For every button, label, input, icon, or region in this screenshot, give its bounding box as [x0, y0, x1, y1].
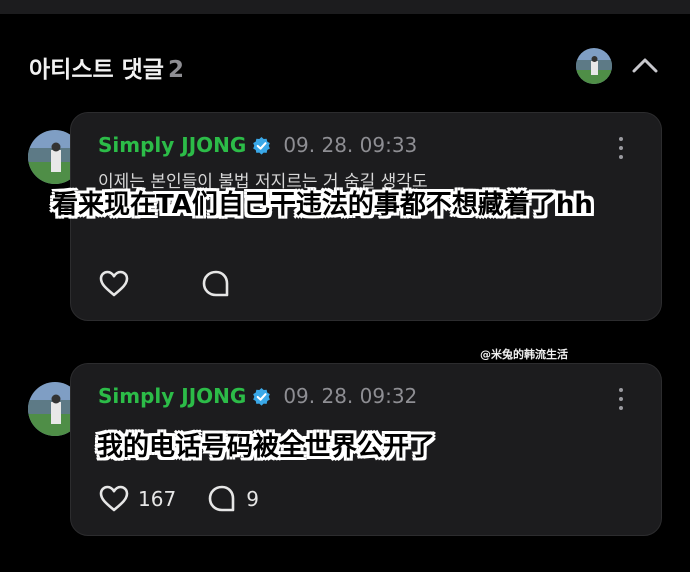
comment-timestamp: 09. 28. 09:32 [283, 384, 418, 408]
comment-actions [98, 268, 232, 300]
comment-author[interactable]: Simply JJONG [98, 133, 246, 157]
translation-caption: 看来现在TA们自己干违法的事都不想藏着了hh [52, 190, 593, 220]
comment-timestamp: 09. 28. 09:33 [283, 133, 418, 157]
more-options-button[interactable] [617, 137, 625, 161]
more-vertical-icon [619, 137, 623, 141]
speech-bubble-icon[interactable] [206, 483, 238, 515]
comment-count: 2 [167, 57, 184, 83]
heart-icon[interactable] [98, 268, 130, 300]
artist-avatar[interactable] [576, 48, 612, 84]
heart-icon[interactable] [98, 483, 130, 515]
more-options-button[interactable] [617, 388, 625, 412]
like-count: 167 [138, 487, 177, 511]
more-vertical-icon [619, 388, 623, 392]
comment-author[interactable]: Simply JJONG [98, 384, 246, 408]
chevron-up-icon [632, 58, 658, 73]
comment-header: Simply JJONG 09. 28. 09:33 [98, 133, 417, 157]
section-title-label: 아티스트 댓글 [29, 57, 164, 83]
top-bar [0, 0, 690, 14]
collapse-button[interactable] [628, 50, 662, 80]
comment-header: Simply JJONG 09. 28. 09:32 [98, 384, 417, 408]
comment-actions: 167 9 [98, 483, 259, 515]
verified-badge-icon [253, 136, 271, 155]
reply-count: 9 [246, 487, 259, 511]
section-title: 아티스트 댓글 2 [29, 50, 184, 84]
verified-badge-icon [253, 387, 271, 406]
translation-caption: 我的电话号码被全世界公开了 [97, 432, 436, 462]
watermark: @米兔的韩流生活 [480, 348, 568, 361]
speech-bubble-icon[interactable] [200, 268, 232, 300]
